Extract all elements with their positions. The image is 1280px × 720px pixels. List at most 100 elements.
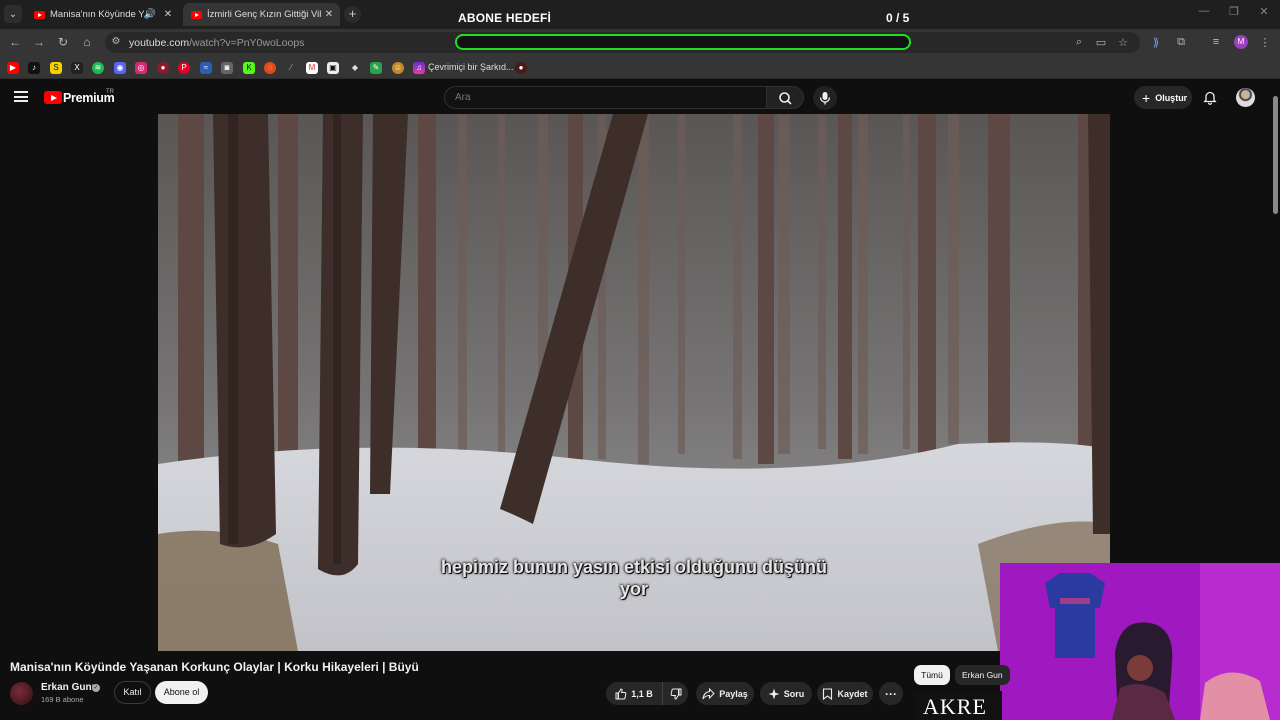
browser-tab-1[interactable]: Manisa'nın Köyünde Yaşanan 🔊 ✕ bbox=[26, 3, 179, 26]
thumbs-down-icon bbox=[670, 688, 681, 700]
goal-progress-bar bbox=[455, 34, 911, 50]
media-control-icon[interactable]: ≡ bbox=[1208, 36, 1224, 48]
verified-icon: ✓ bbox=[92, 684, 100, 692]
browser-tab-2[interactable]: İzmirli Genç Kızın Gittiği Villada ✕ bbox=[183, 3, 340, 26]
channel-avatar[interactable] bbox=[10, 682, 33, 705]
bookmarks-bar bbox=[0, 57, 1280, 79]
plus-icon: + bbox=[1142, 89, 1151, 106]
bookmark-music-icon[interactable]: ♫ bbox=[413, 62, 425, 74]
subtitle-line-2: yor bbox=[619, 579, 648, 599]
create-button[interactable]: + Oluştur bbox=[1134, 86, 1192, 109]
bookmark-blue-icon[interactable]: ≈ bbox=[200, 62, 212, 74]
browser-menu-icon[interactable]: ⋮ bbox=[1257, 36, 1273, 49]
reload-icon[interactable]: ↻ bbox=[55, 35, 71, 49]
save-label: Kaydet bbox=[837, 688, 868, 699]
bookmark-youtube-icon[interactable]: ▶ bbox=[7, 62, 19, 74]
video-title: Manisa'nın Köyünde Yaşanan Korkunç Olayl… bbox=[10, 660, 419, 674]
window-close-icon[interactable]: ✕ bbox=[1244, 5, 1280, 18]
zoom-icon[interactable]: ⌕ bbox=[1071, 36, 1087, 49]
menu-icon[interactable] bbox=[14, 91, 28, 102]
goal-title: ABONE HEDEFİ bbox=[458, 11, 552, 25]
bookmark-dark-icon[interactable]: ● bbox=[515, 62, 527, 74]
search-button[interactable] bbox=[766, 86, 804, 109]
bookmark-star-icon[interactable]: ☆ bbox=[1115, 36, 1131, 49]
speaker-icon[interactable]: 🔊 bbox=[144, 9, 156, 20]
channel-name[interactable]: Erkan Gunn bbox=[41, 682, 98, 693]
scrollbar-thumb[interactable] bbox=[1273, 96, 1278, 214]
bookmark-red-icon[interactable]: ● bbox=[157, 62, 169, 74]
bookmark-instagram-icon[interactable]: ◎ bbox=[135, 62, 147, 74]
bookmark-spotify-icon[interactable]: ≋ bbox=[92, 62, 104, 74]
save-button[interactable]: Kaydet bbox=[817, 682, 873, 705]
tab-title: Manisa'nın Köyünde Yaşanan bbox=[50, 9, 144, 20]
youtube-favicon-icon bbox=[191, 10, 202, 19]
subscribe-button[interactable]: Abone ol bbox=[155, 681, 208, 704]
url-text[interactable]: youtube.com/watch?v=PnY0woLoops bbox=[129, 37, 304, 49]
bookmark-x-icon[interactable]: X bbox=[71, 62, 83, 74]
cast-icon[interactable]: ▭ bbox=[1093, 36, 1109, 49]
microphone-icon bbox=[819, 92, 831, 105]
bookmark-discord-icon[interactable]: ◉ bbox=[114, 62, 126, 74]
video-subtitle: hepimiz bunun yasın etkisi olduğunu düşü… bbox=[158, 556, 1110, 600]
forward-icon[interactable]: → bbox=[31, 35, 47, 49]
tab-close-icon[interactable]: ✕ bbox=[322, 9, 336, 20]
profile-avatar[interactable]: M bbox=[1234, 35, 1248, 49]
sparkle-icon bbox=[768, 688, 780, 699]
like-count: 1,1 B bbox=[631, 688, 653, 699]
tab-close-icon[interactable]: ✕ bbox=[161, 9, 175, 20]
site-info-icon[interactable]: ⚙ bbox=[108, 36, 124, 47]
create-label: Oluştur bbox=[1155, 92, 1188, 103]
bookmark-brown-icon[interactable]: ☺ bbox=[392, 62, 404, 74]
bookmark-gray-icon[interactable]: ◙ bbox=[221, 62, 233, 74]
thumbs-up-icon bbox=[615, 687, 627, 699]
search-input[interactable] bbox=[444, 86, 767, 109]
tab-title: İzmirli Genç Kızın Gittiği Villada bbox=[207, 9, 322, 20]
bookmark-slash-icon[interactable]: ⁄ bbox=[285, 62, 297, 74]
extension-wave-icon[interactable]: ⟫ bbox=[1148, 36, 1164, 49]
account-avatar[interactable] bbox=[1236, 88, 1255, 107]
notifications-bell-icon[interactable] bbox=[1203, 90, 1217, 110]
share-label: Paylaş bbox=[719, 688, 748, 699]
back-icon[interactable]: ← bbox=[7, 35, 23, 49]
share-button[interactable]: Paylaş bbox=[696, 682, 754, 705]
extensions-icon[interactable]: ⧉ bbox=[1173, 36, 1189, 49]
bookmark-tool-icon[interactable]: ▣ bbox=[327, 62, 339, 74]
new-tab-button[interactable]: + bbox=[344, 6, 361, 23]
bookmark-green-icon[interactable]: ✎ bbox=[370, 62, 382, 74]
thumbnail-text: AKRE bbox=[923, 694, 987, 719]
webcam-scene bbox=[1000, 563, 1280, 720]
more-icon: ··· bbox=[885, 686, 897, 701]
subscriber-count: 169 B abone bbox=[41, 695, 84, 704]
url-host: youtube.com bbox=[129, 37, 190, 49]
youtube-favicon-icon bbox=[34, 10, 45, 19]
join-button[interactable]: Katıl bbox=[114, 681, 151, 704]
like-button[interactable]: 1,1 B bbox=[606, 682, 662, 705]
ask-label: Soru bbox=[783, 688, 805, 699]
search-icon bbox=[779, 92, 792, 105]
bookmark-pinterest-icon[interactable]: P bbox=[178, 62, 190, 74]
bookmark-gmail-icon[interactable]: M bbox=[306, 62, 318, 74]
bookmark-s-icon[interactable]: S bbox=[50, 62, 62, 74]
subtitle-line-1: hepimiz bunun yasın etkisi olduğunu düşü… bbox=[441, 557, 827, 577]
recommended-video-thumbnail[interactable]: AKRE bbox=[914, 691, 1002, 720]
bookmark-label[interactable]: Çevrimiçi bir Şarkıd... bbox=[428, 62, 514, 72]
chip-all[interactable]: Tümü bbox=[914, 665, 950, 685]
chip-channel[interactable]: Erkan Gun bbox=[955, 665, 1010, 685]
url-path: /watch?v=PnY0woLoops bbox=[189, 37, 305, 49]
country-code: TR bbox=[106, 89, 114, 95]
bookmark-icon bbox=[823, 687, 833, 700]
share-icon bbox=[702, 687, 715, 699]
bookmark-orange-icon[interactable]: ◌ bbox=[264, 62, 276, 74]
ask-button[interactable]: Soru bbox=[760, 682, 812, 705]
bookmark-tiktok-icon[interactable]: ♪ bbox=[28, 62, 40, 74]
webcam-overlay bbox=[1000, 563, 1280, 720]
voice-search-button[interactable] bbox=[813, 86, 837, 110]
goal-count: 0 / 5 bbox=[886, 11, 910, 25]
youtube-logo-icon[interactable] bbox=[44, 91, 62, 104]
bookmark-kick-icon[interactable]: K bbox=[243, 62, 255, 74]
bookmark-diamond-icon[interactable]: ◆ bbox=[349, 62, 361, 74]
more-actions-button[interactable]: ··· bbox=[879, 682, 903, 705]
tab-search-menu-icon[interactable]: ⌄ bbox=[4, 5, 22, 23]
home-icon[interactable]: ⌂ bbox=[79, 35, 95, 49]
dislike-button[interactable] bbox=[662, 682, 688, 705]
